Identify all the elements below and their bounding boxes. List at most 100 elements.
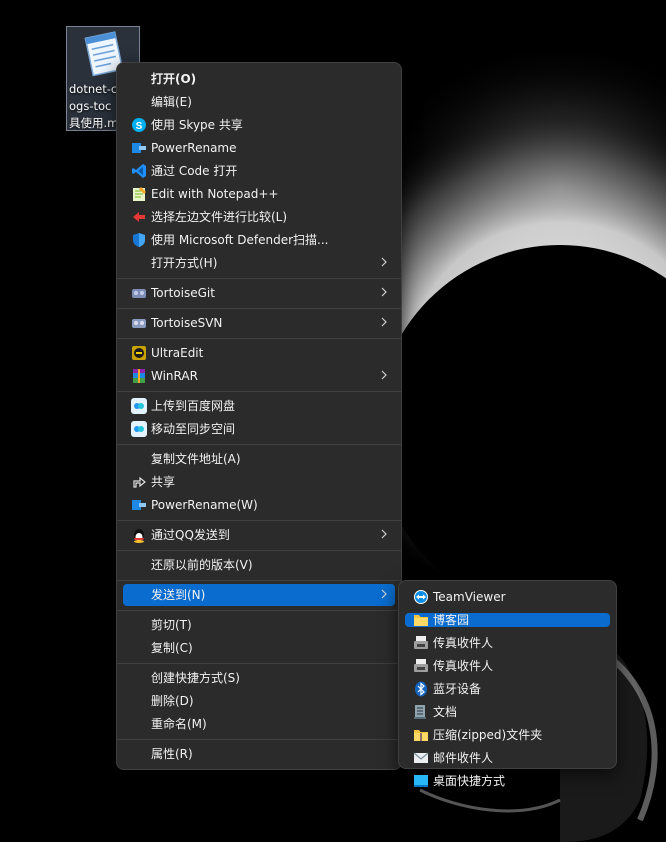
menu-item-label: 发送到(N) (151, 588, 206, 602)
document-icon (414, 705, 426, 719)
menu-item-删除[interactable]: 删除(D) (123, 690, 395, 712)
send-to-item-label: 传真收件人 (433, 659, 494, 673)
send-to-item-label: 文档 (433, 705, 458, 719)
tortoisesvn-icon (132, 319, 146, 328)
desktop-icon (414, 775, 428, 787)
menu-separator (117, 520, 401, 521)
menu-item-编辑[interactable]: 编辑(E) (123, 91, 395, 113)
menu-item-label: TortoiseSVN (151, 316, 223, 330)
menu-item-label: Edit with Notepad++ (151, 187, 279, 201)
menu-item-label: 移动至同步空间 (151, 422, 236, 436)
defender-shield-icon (133, 233, 145, 247)
menu-separator (117, 308, 401, 309)
compare-icon (133, 212, 145, 222)
menu-item-发送到[interactable]: 发送到(N) (123, 584, 395, 606)
send-to-item-label: 传真收件人 (433, 636, 494, 650)
send-to-item-博客园[interactable]: 博客园 (405, 613, 610, 627)
baidu-netdisk-icon (131, 398, 147, 414)
mail-icon (413, 752, 429, 763)
send-to-item-label: 蓝牙设备 (433, 682, 482, 696)
menu-item-还原以前的版本[interactable]: 还原以前的版本(V) (123, 554, 395, 576)
send-to-item-label: TeamViewer (433, 590, 506, 604)
menu-separator (117, 580, 401, 581)
menu-item-powerrename[interactable]: PowerRename (123, 137, 395, 159)
menu-item-复制[interactable]: 复制(C) (123, 637, 395, 659)
menu-item-使用-skype-共享[interactable]: S 使用 Skype 共享 (123, 114, 395, 136)
menu-item-label: 还原以前的版本(V) (151, 558, 253, 572)
menu-item-打开方式[interactable]: 打开方式(H) (123, 252, 395, 274)
menu-item-创建快捷方式[interactable]: 创建快捷方式(S) (123, 667, 395, 689)
chevron-right-icon (381, 257, 387, 267)
menu-item-winrar[interactable]: WinRAR (123, 365, 395, 387)
menu-separator (117, 739, 401, 740)
menu-item-上传到百度网盘[interactable]: 上传到百度网盘 (123, 395, 395, 417)
menu-item-属性[interactable]: 属性(R) (123, 743, 395, 765)
menu-separator (117, 444, 401, 445)
menu-item-label: 剪切(T) (151, 618, 192, 632)
send-to-item-label: 压缩(zipped)文件夹 (433, 728, 543, 742)
share-icon (133, 476, 146, 488)
bluetooth-icon (415, 681, 427, 697)
fax-icon (414, 636, 428, 649)
menu-item-剪切[interactable]: 剪切(T) (123, 614, 395, 636)
menu-item-tortoisegit[interactable]: TortoiseGit (123, 282, 395, 304)
menu-separator (117, 610, 401, 611)
menu-item-tortoisesvn[interactable]: TortoiseSVN (123, 312, 395, 334)
send-to-item-压缩文件夹[interactable]: 压缩(zipped)文件夹 (405, 728, 610, 742)
menu-item-共享[interactable]: 共享 (123, 471, 395, 493)
send-to-item-teamviewer[interactable]: TeamViewer (405, 590, 610, 604)
menu-item-重命名[interactable]: 重命名(M) (123, 713, 395, 735)
svg-text:S: S (136, 121, 143, 132)
menu-separator (117, 663, 401, 664)
menu-item-通过qq发送到[interactable]: 通过QQ发送到 (123, 524, 395, 546)
menu-item-label: PowerRename (151, 141, 237, 155)
menu-item-选择左边文件进行比较[interactable]: 选择左边文件进行比较(L) (123, 206, 395, 228)
send-to-item-label: 邮件收件人 (433, 751, 494, 765)
menu-item-ultraedit[interactable]: UltraEdit (123, 342, 395, 364)
menu-item-label: 通过QQ发送到 (151, 528, 230, 542)
send-to-item-传真收件人[interactable]: 传真收件人 (405, 659, 610, 673)
chevron-right-icon (381, 370, 387, 380)
menu-item-复制文件地址[interactable]: 复制文件地址(A) (123, 448, 395, 470)
ultraedit-icon (132, 346, 146, 360)
menu-item-label: 创建快捷方式(S) (151, 671, 240, 685)
send-to-item-蓝牙设备[interactable]: 蓝牙设备 (405, 681, 610, 697)
send-to-item-文档[interactable]: 文档 (405, 705, 610, 719)
menu-item-label: 上传到百度网盘 (151, 399, 236, 413)
send-to-item-桌面快捷方式[interactable]: 桌面快捷方式 (405, 774, 610, 788)
send-to-item-邮件收件人[interactable]: 邮件收件人 (405, 751, 610, 765)
chevron-right-icon (381, 287, 387, 297)
send-to-item-label: 桌面快捷方式 (433, 774, 506, 788)
notepadpp-icon (133, 187, 146, 201)
menu-item-通过-code-打开[interactable]: 通过 Code 打开 (123, 160, 395, 182)
send-to-submenu: TeamViewer 博客园 传真收件人 传真收件人 蓝牙设备 文档 压缩(zipped)文… (398, 580, 617, 788)
menu-item-使用-microsoft-defender扫描[interactable]: 使用 Microsoft Defender扫描... (123, 229, 395, 251)
powerrename-icon (132, 143, 146, 153)
send-to-item-label: 博客园 (433, 613, 470, 627)
menu-item-powerrename[interactable]: PowerRename(W) (123, 494, 395, 516)
winrar-icon (133, 369, 145, 383)
menu-item-移动至同步空间[interactable]: 移动至同步空间 (123, 418, 395, 440)
menu-item-label: 打开(O) (151, 72, 197, 86)
menu-item-label: 选择左边文件进行比较(L) (151, 210, 288, 224)
menu-separator (117, 550, 401, 551)
send-to-item-传真收件人[interactable]: 传真收件人 (405, 636, 610, 650)
powerrename-icon (132, 500, 146, 510)
menu-item-打开[interactable]: 打开(O) (123, 68, 395, 90)
menu-item-label: 复制文件地址(A) (151, 452, 241, 466)
chevron-right-icon (381, 529, 387, 539)
menu-item-label: 删除(D) (151, 694, 194, 708)
menu-item-label: UltraEdit (151, 346, 204, 360)
context-menu: 打开(O) 编辑(E) S 使用 Skype 共享 PowerRename 通过 Code… (116, 62, 402, 770)
menu-item-label: 复制(C) (151, 641, 193, 655)
menu-item-label: 使用 Skype 共享 (151, 118, 243, 132)
menu-item-edit-with-notepad[interactable]: Edit with Notepad++ (123, 183, 395, 205)
menu-item-label: 通过 Code 打开 (151, 164, 238, 178)
fax-icon (414, 659, 428, 672)
menu-item-label: 使用 Microsoft Defender扫描... (151, 233, 329, 247)
chevron-right-icon (381, 589, 387, 599)
teamviewer-icon (414, 590, 428, 604)
menu-separator (117, 338, 401, 339)
menu-item-label: WinRAR (151, 369, 198, 383)
menu-separator (117, 391, 401, 392)
